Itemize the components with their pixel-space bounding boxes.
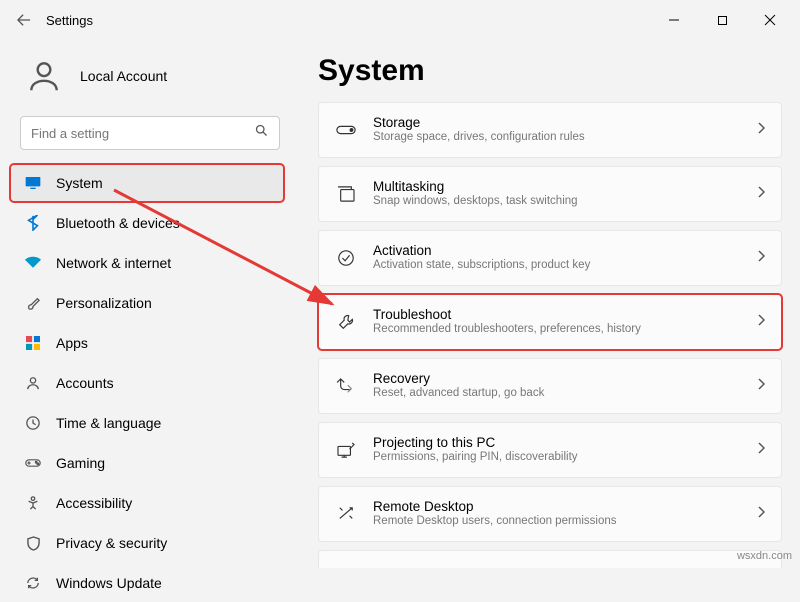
wifi-icon <box>24 254 42 272</box>
sidebar-item-system[interactable]: System <box>10 164 284 202</box>
sidebar-item-label: Privacy & security <box>56 535 167 551</box>
card-title: Multitasking <box>373 179 741 195</box>
card-title: Remote Desktop <box>373 499 741 515</box>
chevron-right-icon <box>757 249 765 267</box>
person-icon <box>24 374 42 392</box>
card-subtitle: Activation state, subscriptions, product… <box>373 259 741 273</box>
chevron-right-icon <box>757 185 765 203</box>
clock-icon <box>24 414 42 432</box>
update-icon <box>24 574 42 592</box>
check-icon <box>335 249 357 267</box>
sidebar-item-windows-update[interactable]: Windows Update <box>10 564 284 602</box>
sidebar-item-label: Accessibility <box>56 495 132 511</box>
main-content: System StorageStorage space, drives, con… <box>290 40 800 568</box>
sidebar-item-label: System <box>56 175 103 191</box>
card-subtitle: Snap windows, desktops, task switching <box>373 195 741 209</box>
accessibility-icon <box>24 494 42 512</box>
settings-card-recovery[interactable]: RecoveryReset, advanced startup, go back <box>318 358 782 414</box>
search-box[interactable] <box>20 116 280 150</box>
wrench-icon <box>335 313 357 331</box>
card-subtitle: Reset, advanced startup, go back <box>373 387 741 401</box>
storage-icon <box>335 125 357 135</box>
search-input[interactable] <box>31 126 254 141</box>
bluetooth-icon <box>24 214 42 232</box>
account-block[interactable]: Local Account <box>10 48 290 116</box>
project-icon <box>335 442 357 458</box>
card-title: Troubleshoot <box>373 307 741 323</box>
sidebar: Local Account System Bluetooth & devices N… <box>0 40 290 568</box>
sidebar-item-network-internet[interactable]: Network & internet <box>10 244 284 282</box>
chevron-right-icon <box>757 441 765 459</box>
sidebar-item-accessibility[interactable]: Accessibility <box>10 484 284 522</box>
maximize-button[interactable] <box>700 4 744 36</box>
sidebar-item-apps[interactable]: Apps <box>10 324 284 362</box>
recovery-icon <box>335 378 357 394</box>
sidebar-item-time-language[interactable]: Time & language <box>10 404 284 442</box>
sidebar-item-label: Windows Update <box>56 575 162 591</box>
watermark: wsxdn.com <box>737 550 792 562</box>
back-button[interactable] <box>8 4 40 36</box>
monitor-icon <box>24 174 42 192</box>
settings-card-multitasking[interactable]: MultitaskingSnap windows, desktops, task… <box>318 166 782 222</box>
sidebar-item-label: Network & internet <box>56 255 171 271</box>
sidebar-item-gaming[interactable]: Gaming <box>10 444 284 482</box>
sidebar-item-accounts[interactable]: Accounts <box>10 364 284 402</box>
search-icon <box>254 123 269 143</box>
settings-card-clipboard[interactable]: Clipboard <box>318 550 782 568</box>
settings-card-storage[interactable]: StorageStorage space, drives, configurat… <box>318 102 782 158</box>
card-subtitle: Recommended troubleshooters, preferences… <box>373 323 741 337</box>
settings-card-projecting-to-this-pc[interactable]: Projecting to this PCPermissions, pairin… <box>318 422 782 478</box>
chevron-right-icon <box>757 377 765 395</box>
sidebar-item-label: Gaming <box>56 455 105 471</box>
close-button[interactable] <box>748 4 792 36</box>
avatar-icon <box>22 54 66 98</box>
apps-icon <box>24 334 42 352</box>
chevron-right-icon <box>757 505 765 523</box>
sidebar-item-bluetooth-devices[interactable]: Bluetooth & devices <box>10 204 284 242</box>
card-title: Storage <box>373 115 741 131</box>
account-name: Local Account <box>80 68 167 84</box>
chevron-right-icon <box>757 313 765 331</box>
card-subtitle: Storage space, drives, configuration rul… <box>373 131 741 145</box>
settings-card-remote-desktop[interactable]: Remote DesktopRemote Desktop users, conn… <box>318 486 782 542</box>
sidebar-item-label: Personalization <box>56 295 152 311</box>
sidebar-item-label: Time & language <box>56 415 161 431</box>
minimize-button[interactable] <box>652 4 696 36</box>
titlebar: Settings <box>0 0 800 40</box>
page-title: System <box>318 54 782 88</box>
remote-icon <box>335 506 357 522</box>
shield-icon <box>24 534 42 552</box>
card-subtitle: Remote Desktop users, connection permiss… <box>373 515 741 529</box>
multitask-icon <box>335 186 357 202</box>
brush-icon <box>24 294 42 312</box>
sidebar-item-privacy-security[interactable]: Privacy & security <box>10 524 284 562</box>
window-controls <box>652 4 792 36</box>
card-title: Activation <box>373 243 741 259</box>
window-title: Settings <box>46 13 93 28</box>
sidebar-item-personalization[interactable]: Personalization <box>10 284 284 322</box>
sidebar-item-label: Bluetooth & devices <box>56 215 180 231</box>
settings-card-troubleshoot[interactable]: TroubleshootRecommended troubleshooters,… <box>318 294 782 350</box>
chevron-right-icon <box>757 121 765 139</box>
card-title: Projecting to this PC <box>373 435 741 451</box>
card-subtitle: Permissions, pairing PIN, discoverabilit… <box>373 451 741 465</box>
settings-card-activation[interactable]: ActivationActivation state, subscription… <box>318 230 782 286</box>
card-title: Recovery <box>373 371 741 387</box>
sidebar-item-label: Accounts <box>56 375 114 391</box>
gamepad-icon <box>24 454 42 472</box>
sidebar-item-label: Apps <box>56 335 88 351</box>
